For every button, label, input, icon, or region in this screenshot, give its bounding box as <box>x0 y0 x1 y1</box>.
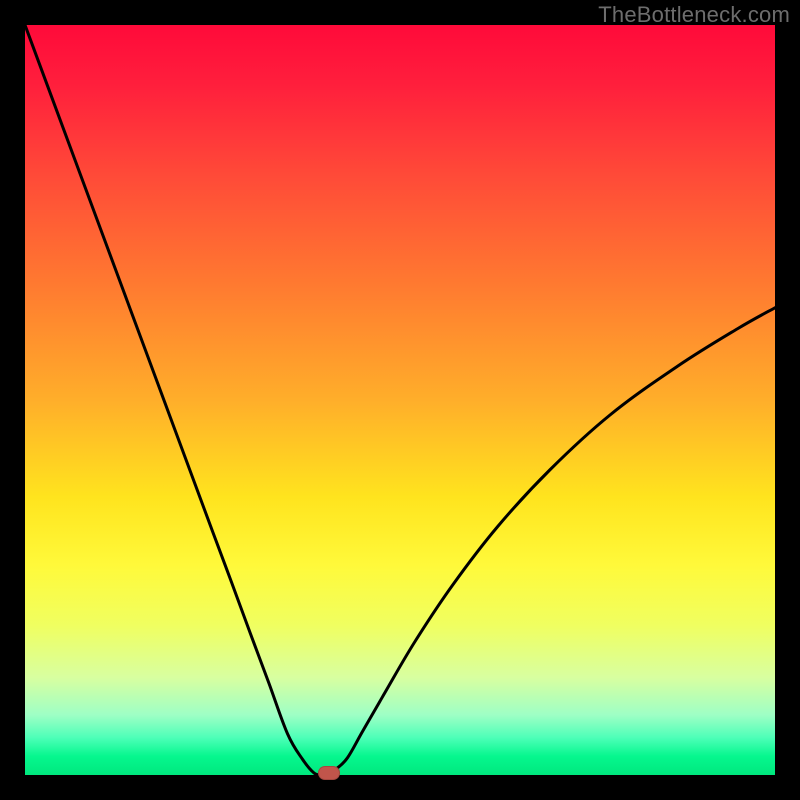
bottleneck-curve <box>25 25 775 775</box>
plot-area <box>25 25 775 775</box>
chart-frame: TheBottleneck.com <box>0 0 800 800</box>
optimal-point-marker <box>318 766 340 780</box>
